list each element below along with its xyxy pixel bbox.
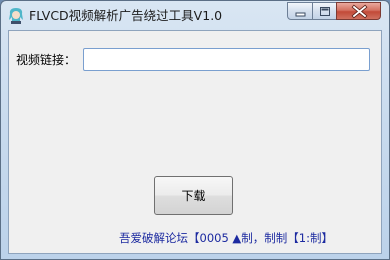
client-area: 视频链接： 下载 吾爱破解论坛【0005 ▲制，制制【1:制】 bbox=[8, 30, 382, 254]
download-button[interactable]: 下载 bbox=[154, 176, 233, 215]
close-button[interactable] bbox=[336, 2, 381, 20]
video-link-label: 视频链接： bbox=[16, 53, 77, 67]
minimize-icon bbox=[295, 12, 306, 17]
maximize-button[interactable] bbox=[312, 2, 337, 20]
minimize-button[interactable] bbox=[287, 2, 313, 20]
title-bar[interactable]: FLVCD视频解析广告绕过工具V1.0 bbox=[1, 1, 389, 30]
window-title: FLVCD视频解析广告绕过工具V1.0 bbox=[29, 8, 223, 23]
character-app-icon bbox=[8, 7, 24, 24]
video-link-input[interactable] bbox=[83, 48, 370, 71]
maximize-icon bbox=[320, 7, 330, 16]
close-icon bbox=[351, 4, 368, 19]
credit-text: 吾爱破解论坛【0005 ▲制，制制【1:制】 bbox=[119, 231, 333, 245]
app-window: FLVCD视频解析广告绕过工具V1.0 视频链接： 下载 吾爱破解论坛【0005… bbox=[0, 0, 390, 260]
